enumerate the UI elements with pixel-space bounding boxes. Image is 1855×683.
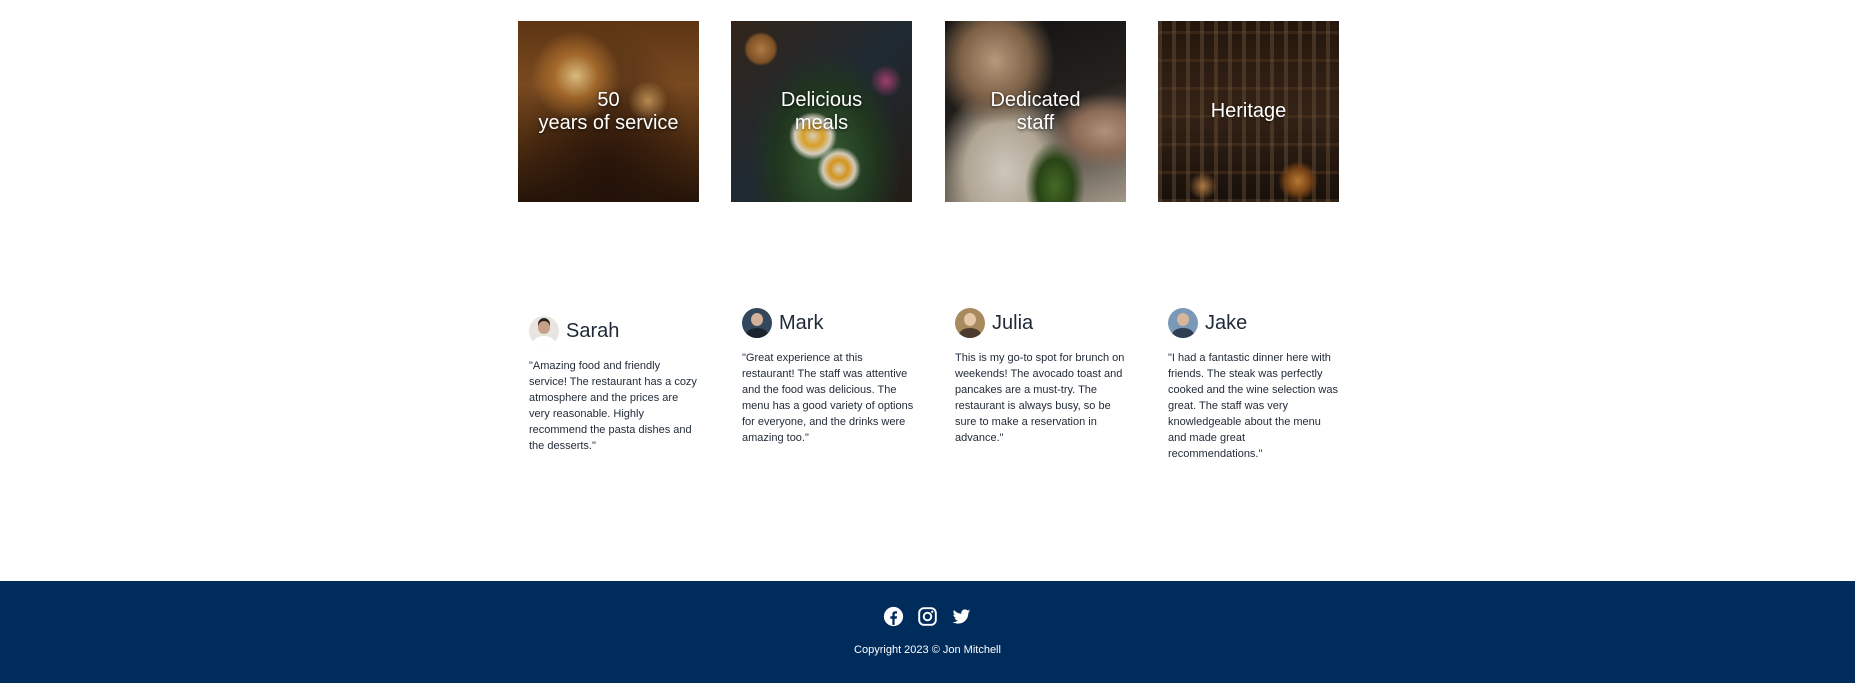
avatar	[1168, 308, 1198, 338]
feature-label-line: Dedicated	[990, 88, 1081, 111]
testimonial-card: Sarah "Amazing food and friendly service…	[529, 316, 701, 454]
twitter-icon[interactable]	[951, 606, 972, 627]
feature-label: Delicious meals	[773, 89, 870, 135]
testimonial-header: Jake	[1168, 308, 1340, 338]
feature-label: Dedicated staff	[982, 89, 1088, 135]
testimonial-text: "I had a fantastic dinner here with frie…	[1168, 352, 1338, 460]
testimonial-card: Jake "I had a fantastic dinner here with…	[1168, 308, 1340, 462]
copyright-text: Copyright 2023 © Jon Mitchell	[854, 644, 1001, 656]
footer: Copyright 2023 © Jon Mitchell	[0, 581, 1855, 683]
testimonial-text: "Amazing food and friendly service! The …	[529, 360, 697, 452]
testimonial-card: Julia This is my go-to spot for brunch o…	[955, 308, 1127, 446]
testimonial-name: Jake	[1205, 311, 1248, 334]
feature-label: 50 years of service	[530, 89, 686, 135]
feature-tile-dedicated-staff: Dedicated staff	[945, 21, 1126, 202]
avatar	[529, 316, 559, 346]
testimonial-name: Mark	[779, 311, 824, 334]
testimonial-header: Sarah	[529, 316, 701, 346]
feature-tile-delicious-meals: Delicious meals	[731, 21, 912, 202]
avatar	[742, 308, 772, 338]
testimonial-card: Mark "Great experience at this restauran…	[742, 308, 914, 446]
testimonial-name: Julia	[992, 311, 1034, 334]
feature-label-line: Heritage	[1210, 100, 1287, 122]
testimonial-text: This is my go-to spot for brunch on week…	[955, 352, 1125, 444]
avatar	[955, 308, 985, 338]
testimonial-header: Mark	[742, 308, 914, 338]
feature-label-line: Delicious	[780, 88, 863, 111]
feature-label: Heritage	[1203, 100, 1295, 123]
feature-label-line: years of service	[538, 111, 679, 134]
feature-tile-years-of-service: 50 years of service	[518, 21, 699, 202]
feature-label-line: meals	[794, 111, 849, 134]
feature-label-line: staff	[1016, 111, 1055, 134]
testimonial-header: Julia	[955, 308, 1127, 338]
feature-label-line: 50	[597, 88, 620, 111]
instagram-icon[interactable]	[917, 606, 938, 627]
facebook-icon[interactable]	[883, 606, 904, 627]
testimonial-name: Sarah	[566, 319, 620, 342]
feature-tile-heritage: Heritage	[1158, 21, 1339, 202]
social-links	[0, 606, 1855, 627]
testimonial-text: "Great experience at this restaurant! Th…	[742, 352, 914, 444]
